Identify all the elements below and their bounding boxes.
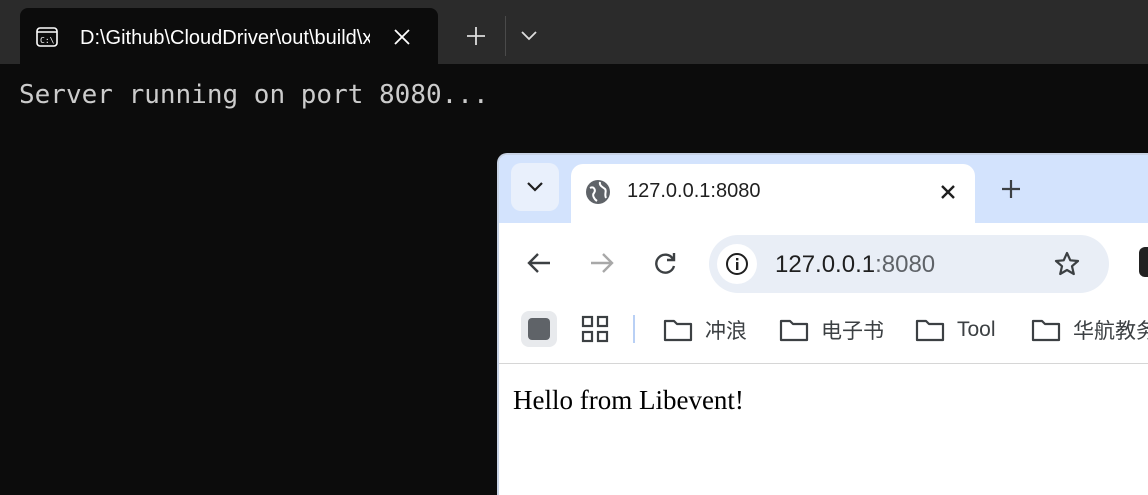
svg-text:C:\: C:\ <box>40 36 55 45</box>
divider <box>505 16 506 56</box>
terminal-tab[interactable]: C:\ D:\Github\CloudDriver\out\build\x64-… <box>20 8 438 64</box>
address-host: 127.0.0.1 <box>775 251 876 278</box>
info-icon[interactable] <box>717 244 757 284</box>
bookmarks-bar: 冲浪 电子书 Tool 华航教务 <box>499 297 1148 364</box>
browser-tab[interactable]: 127.0.0.1:8080 <box>571 164 975 223</box>
bookmark-label: 电子书 <box>821 320 884 343</box>
forward-arrow-icon[interactable] <box>584 245 620 281</box>
bookmark-folder[interactable]: 冲浪 <box>663 315 747 345</box>
terminal-tab-bar: C:\ D:\Github\CloudDriver\out\build\x64-… <box>0 0 1148 64</box>
star-icon[interactable] <box>1049 246 1085 282</box>
browser-tab-strip: 127.0.0.1:8080 <box>499 155 1148 223</box>
reload-icon[interactable] <box>647 245 683 281</box>
terminal-tab-title: D:\Github\CloudDriver\out\build\x64-Debu… <box>80 27 370 49</box>
page-content: Hello from Libevent! <box>499 364 1148 495</box>
folder-icon <box>915 319 945 342</box>
back-arrow-icon[interactable] <box>521 245 557 281</box>
folder-icon <box>779 319 809 342</box>
address-text[interactable]: 127.0.0.1:8080 <box>775 251 935 279</box>
bookmark-label: 华航教务 <box>1073 320 1148 343</box>
terminal-output-line: Server running on port 8080... <box>19 80 489 110</box>
extension-icon[interactable] <box>1139 247 1148 277</box>
chevron-down-icon[interactable] <box>514 22 544 50</box>
browser-window: 127.0.0.1:8080 127.0.0.1:8080 冲浪 电子书 Too… <box>497 153 1148 495</box>
globe-icon <box>585 179 611 205</box>
folder-icon <box>1031 319 1061 342</box>
folder-icon <box>663 319 693 342</box>
bookmark-label: 冲浪 <box>705 320 747 343</box>
bookmark-folder[interactable]: 电子书 <box>779 315 884 345</box>
close-icon[interactable] <box>933 177 963 207</box>
terminal-icon: C:\ <box>36 27 58 47</box>
browser-tab-title: 127.0.0.1:8080 <box>627 180 761 202</box>
browser-toolbar: 127.0.0.1:8080 <box>499 223 1148 297</box>
page-text: Hello from Libevent! <box>513 385 744 415</box>
address-bar[interactable]: 127.0.0.1:8080 <box>709 235 1109 293</box>
chevron-down-icon <box>527 182 543 192</box>
bookmark-label: Tool <box>957 318 996 341</box>
close-icon[interactable] <box>388 23 416 51</box>
divider <box>633 315 635 343</box>
apps-grid-icon[interactable] <box>577 311 613 347</box>
plus-icon[interactable] <box>995 173 1027 205</box>
tab-search-button[interactable] <box>511 163 559 211</box>
plus-icon[interactable] <box>460 20 492 52</box>
bookmark-folder[interactable]: Tool <box>915 315 996 345</box>
address-port: :8080 <box>875 251 936 278</box>
bookmark-folder[interactable]: 华航教务 <box>1031 315 1148 345</box>
app-shortcut-icon[interactable] <box>521 311 557 347</box>
